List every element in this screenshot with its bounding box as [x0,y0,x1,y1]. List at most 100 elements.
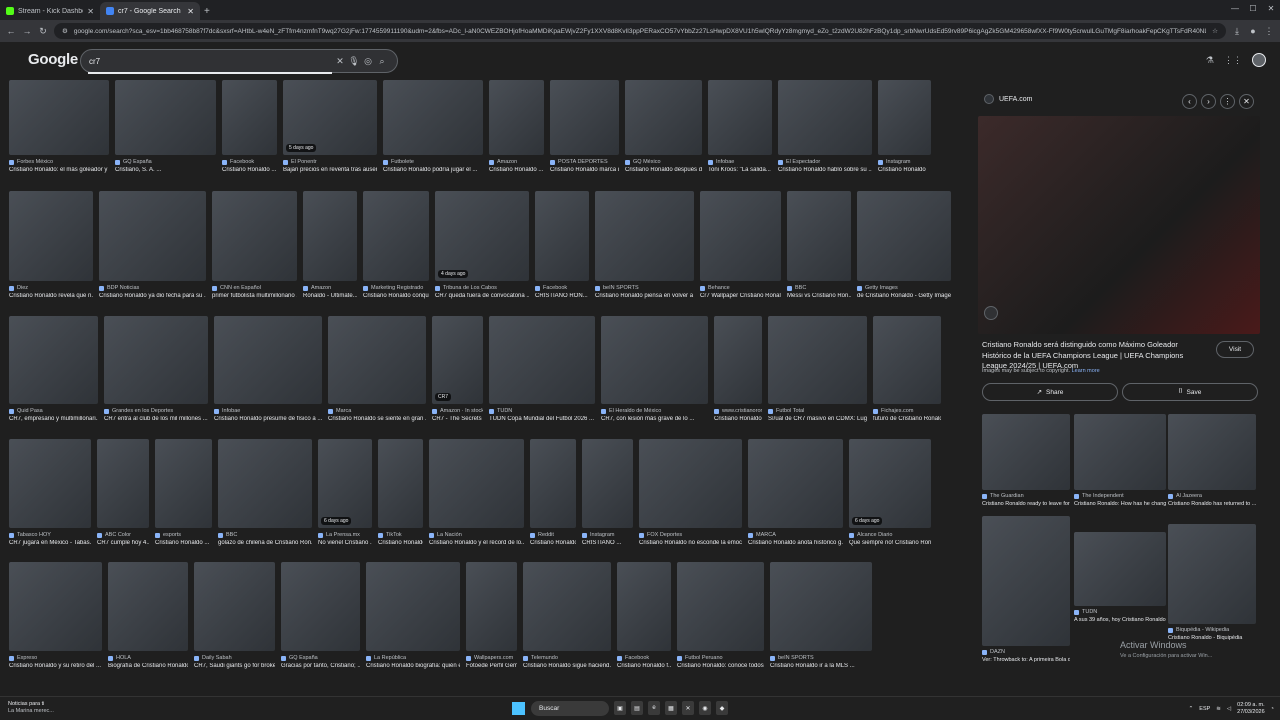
result-source[interactable]: Alcance Diario [849,532,931,538]
image-result[interactable]: HOLA Biografía de Cristiano Ronaldo [108,562,188,669]
search-icon[interactable]: ⌕ [375,56,389,67]
result-source[interactable]: HOLA [108,655,188,661]
result-source[interactable]: Tabasco HOY [9,532,91,538]
image-result[interactable]: Diez Cristiano Ronaldo revela que n... [9,191,93,299]
wifi-icon[interactable]: ≋ [1216,706,1221,712]
result-source[interactable]: Behance [700,285,781,291]
image-result[interactable]: La Nación Cristiano Ronaldo y el récord d… [429,439,524,546]
result-caption[interactable]: CR7 jugará en México - Tabas... [9,540,91,546]
close-window-icon[interactable]: ✕ [1262,0,1280,16]
result-source[interactable]: beIN SPORTS [595,285,694,291]
result-source[interactable]: MARCA [748,532,843,538]
result-caption[interactable]: CR7 entra al club de los mil millones ..… [104,416,208,422]
image-result[interactable]: Infobae Toni Kroos: "La salida... [708,80,772,173]
result-source[interactable]: BDP Noticias [99,285,206,291]
image-result[interactable]: Instagram CRISTIANO ... [582,439,633,546]
store-icon[interactable]: ▦ [665,701,677,715]
volume-icon[interactable]: ◁ [1227,706,1231,712]
result-caption[interactable]: Cristiano Ronaldo se siente en gran ... [328,416,426,422]
result-caption[interactable]: Cristiano Ronaldo habló sobre su ... [778,167,872,173]
avatar[interactable] [1252,53,1266,67]
download-icon[interactable]: ⤓ [1232,26,1242,37]
image-result[interactable]: Behance Cr7 Wallpaper Cristiano Ronal... [700,191,781,299]
result-source[interactable]: Instagram [878,159,931,165]
image-result[interactable]: Forbes México Cristiano Ronaldo: el más g… [9,80,109,173]
result-thumbnail[interactable] [617,562,671,651]
result-caption[interactable]: Cristiano Ronaldo anota histórico g... [748,540,843,546]
result-source[interactable]: Amazon · In stock [432,408,483,414]
image-result[interactable]: Marketing Registrado Cristiano Ronaldo co… [363,191,429,299]
result-source[interactable]: El Heraldo de México [601,408,708,414]
result-thumbnail[interactable] [194,562,275,651]
result-source[interactable]: Wallpapers.com [466,655,517,661]
image-result[interactable]: La República Cristiano Ronaldo biografía:… [366,562,460,669]
result-source[interactable]: beIN SPORTS [770,655,872,661]
preview-title[interactable]: Cristiano Ronaldo será distinguido como … [982,340,1207,372]
result-source[interactable]: www.cristianoronal... [714,408,762,414]
notification-icon[interactable]: ◔ [1271,706,1274,712]
result-thumbnail[interactable] [328,316,426,404]
image-result[interactable]: Facebook Cristiano Ronaldo f... [617,562,671,669]
image-result[interactable]: Reddit Cristiano Ronaldo ... [530,439,576,546]
result-thumbnail[interactable] [378,439,423,528]
result-caption[interactable]: No vienel Cristiano ... [318,540,372,546]
image-result[interactable]: BBC golazo de chilena de Cristiano Ron... [218,439,312,546]
reload-icon[interactable]: ↻ [38,26,48,37]
result-source[interactable]: ABC Color [97,532,149,538]
related-thumbnail[interactable] [982,414,1070,490]
related-image[interactable]: Al Jazeera Cristiano Ronaldo has returned… [1168,414,1256,507]
result-source[interactable]: Facebook [617,655,671,661]
address-bar[interactable]: ⚙ google.com/search?sca_esv=1bb468758b87… [54,23,1226,39]
result-source[interactable]: Facebook [535,285,589,291]
google-logo[interactable]: Google [28,51,78,68]
xbox-icon[interactable]: ✕ [682,701,694,715]
close-tab-icon[interactable]: ✕ [187,7,194,16]
image-result[interactable]: Futbol Peruano Cristiano Ronaldo: conoce … [677,562,764,669]
image-result[interactable]: esports Cristiano Ronaldo ... [155,439,212,546]
result-thumbnail[interactable] [489,80,544,155]
result-caption[interactable]: Fotoede Perfil Gem... [466,663,517,669]
result-thumbnail[interactable] [523,562,611,651]
result-source[interactable]: Diez [9,285,93,291]
app-icon[interactable]: ◆ [716,701,728,715]
lens-icon[interactable]: ◎ [361,56,375,67]
result-thumbnail[interactable] [595,191,694,281]
result-thumbnail[interactable] [878,80,931,155]
result-source[interactable]: Grandes en los Deportes [104,408,208,414]
result-caption[interactable]: Cristiano Ronaldo piensa en volver a ... [595,293,694,299]
result-thumbnail[interactable] [466,562,517,651]
result-source[interactable]: La Prensa.mx [318,532,372,538]
image-result[interactable]: 6 days ago La Prensa.mx No vienel Cristian… [318,439,372,546]
result-caption[interactable]: Cristiano Ronaldo: conoce todos l... [677,663,764,669]
image-result[interactable]: ABC Color CR7 cumple hoy 4... [97,439,149,546]
microphone-icon[interactable]: 🎙 [347,56,361,67]
related-caption[interactable]: Cristiano Ronaldo ready to leave for Re.… [982,501,1070,507]
result-caption[interactable]: Cr7 Wallpaper Cristiano Ronal... [700,293,781,299]
result-source[interactable]: La República [366,655,460,661]
image-result[interactable]: beIN SPORTS Cristiano Ronaldo piensa en v… [595,191,694,299]
result-caption[interactable]: CR7, empresario y multimillonari... [9,416,98,422]
more-icon[interactable]: ⋮ [1220,94,1235,109]
clear-icon[interactable]: ✕ [333,56,347,67]
maximize-icon[interactable]: ☐ [1244,0,1262,16]
forward-icon[interactable]: → [22,26,32,36]
back-icon[interactable]: ← [6,26,16,36]
news-widget[interactable]: Noticias para ti La Marina merec... [8,701,54,715]
result-source[interactable]: Instagram [582,532,633,538]
image-result[interactable]: Facebook CRISTIANO RON... [535,191,589,299]
result-source[interactable]: TikTok [378,532,423,538]
tab-kick-dashboard[interactable]: Stream - Kick Dashboard ✕ [0,2,100,20]
result-caption[interactable]: golazo de chilena de Cristiano Ron... [218,540,312,546]
result-source[interactable]: Amazon [303,285,357,291]
related-caption[interactable]: A sus 39 años, hoy Cristiano Ronaldo... [1074,617,1166,623]
result-thumbnail[interactable] [601,316,708,404]
result-caption[interactable]: CRISTIANO ... [582,540,633,546]
menu-icon[interactable]: ⋮ [1264,26,1274,37]
image-result[interactable]: Marca Cristiano Ronaldo se siente en gran… [328,316,426,422]
result-thumbnail[interactable] [535,191,589,281]
result-source[interactable]: Reddit [530,532,576,538]
related-image[interactable]: The Guardian Cristiano Ronaldo ready to l… [982,414,1070,507]
result-source[interactable]: GQ España [115,159,216,165]
result-caption[interactable]: Cristiano Ronaldo: ... [378,540,423,546]
chrome-icon[interactable]: ◉ [699,701,711,715]
